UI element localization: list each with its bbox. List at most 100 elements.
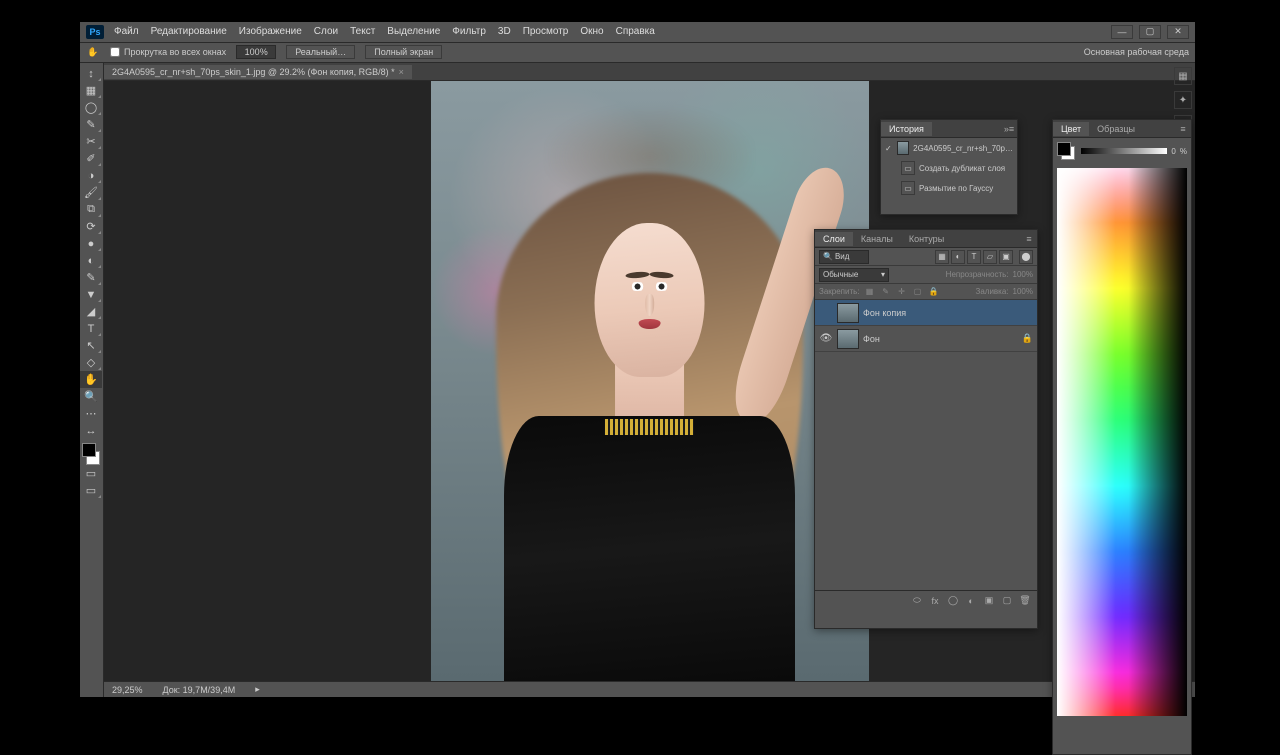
lock-trans-icon[interactable]: ▦	[864, 286, 876, 298]
lock-pixels-icon[interactable]: ✎	[880, 286, 892, 298]
close-button[interactable]: ✕	[1167, 25, 1189, 39]
link-layers-icon[interactable]: ⬭	[909, 594, 925, 608]
brush-tool[interactable]: 🖌	[80, 184, 102, 201]
fit-button[interactable]: Реальный…	[286, 45, 355, 59]
adjustment-layer-icon[interactable]: ◐	[963, 594, 979, 608]
panel-icon-1[interactable]: ▦	[1174, 67, 1192, 85]
panel-icon-2[interactable]: ✦	[1174, 91, 1192, 109]
layer-mask-icon[interactable]: ◯	[945, 594, 961, 608]
filter-shape-icon[interactable]: ▱	[983, 250, 997, 264]
layers-tab[interactable]: Слои	[815, 232, 853, 246]
blur-tool[interactable]: ✎	[80, 269, 102, 286]
history-step[interactable]: ▭ Создать дубликат слоя	[881, 158, 1017, 178]
menu-view[interactable]: Просмотр	[523, 26, 569, 37]
menu-help[interactable]: Справка	[616, 26, 655, 37]
history-brush-tool[interactable]: ⟳	[80, 218, 102, 235]
screenmode-tool[interactable]: ▭	[80, 482, 102, 499]
menu-image[interactable]: Изображение	[239, 26, 302, 37]
history-tab[interactable]: История	[881, 122, 932, 136]
quickmask-tool[interactable]: ▭	[80, 465, 102, 482]
color-panel-menu-icon[interactable]: ≡	[1175, 124, 1191, 134]
delete-layer-icon[interactable]: 🗑	[1017, 594, 1033, 608]
filter-type-icon[interactable]: T	[967, 250, 981, 264]
menu-layers[interactable]: Слои	[314, 26, 338, 37]
menu-3d[interactable]: 3D	[498, 26, 511, 37]
swap-colors-icon[interactable]: ↔	[80, 422, 102, 439]
layer-thumbnail[interactable]	[837, 303, 859, 323]
scroll-all-windows-checkbox[interactable]: Прокрутка во всех окнах	[110, 47, 226, 57]
shape-tool[interactable]: ◇	[80, 354, 102, 371]
marquee-tool[interactable]: ▦	[80, 82, 102, 99]
fg-color-swatch[interactable]	[1057, 142, 1071, 156]
opacity-value[interactable]: 100%	[1013, 270, 1033, 279]
menu-filter[interactable]: Фильтр	[452, 26, 486, 37]
minimize-button[interactable]: —	[1111, 25, 1133, 39]
fill-value[interactable]: 100%	[1013, 287, 1033, 296]
layer-name[interactable]: Фон копия	[863, 308, 906, 318]
new-layer-icon[interactable]: ▢	[999, 594, 1015, 608]
menu-edit[interactable]: Редактирование	[151, 26, 227, 37]
menu-window[interactable]: Окно	[580, 26, 603, 37]
clone-stamp-tool[interactable]: ⧉	[80, 201, 102, 218]
document-tab[interactable]: 2G4A0595_cr_nr+sh_70ps_skin_1.jpg @ 29.2…	[104, 65, 412, 79]
status-doc-info[interactable]: Док: 19,7M/39,4M	[163, 685, 236, 695]
layer-visibility-toggle[interactable]: 👁	[819, 332, 833, 346]
color-tab[interactable]: Цвет	[1053, 122, 1089, 136]
layer-thumbnail[interactable]	[837, 329, 859, 349]
lock-artboard-icon[interactable]: ▢	[912, 286, 924, 298]
menu-select[interactable]: Выделение	[387, 26, 440, 37]
history-snapshot[interactable]: ✓ 2G4A0595_cr_nr+sh_70p…	[881, 138, 1017, 158]
dodge-tool[interactable]: ▼	[80, 286, 102, 303]
eyedropper-tool[interactable]: ✐	[80, 150, 102, 167]
gradient-tool[interactable]: ◐	[80, 252, 102, 269]
paths-tab[interactable]: Контуры	[901, 232, 952, 246]
filter-toggle-icon[interactable]: ⬤	[1019, 250, 1033, 264]
zoom-tool[interactable]: 🔍	[80, 388, 102, 405]
layer-visibility-toggle[interactable]	[819, 306, 833, 320]
edit-toolbar-icon[interactable]: ⋯	[80, 405, 102, 422]
workspace-selector[interactable]: Основная рабочая среда	[1084, 47, 1189, 57]
layer-filter-kind[interactable]: 🔍 Вид	[819, 250, 869, 264]
swatches-tab[interactable]: Образцы	[1089, 122, 1143, 136]
maximize-button[interactable]: ▢	[1139, 25, 1161, 39]
channels-tab[interactable]: Каналы	[853, 232, 901, 246]
path-selection-tool[interactable]: ↖	[80, 337, 102, 354]
layer-fx-icon[interactable]: fx	[927, 594, 943, 608]
status-zoom[interactable]: 29,25%	[112, 685, 143, 695]
zoom-value[interactable]: 100%	[236, 45, 276, 59]
brightness-slider[interactable]	[1081, 148, 1167, 154]
color-swatches[interactable]	[80, 443, 102, 465]
lock-pos-icon[interactable]: ✛	[896, 286, 908, 298]
blend-mode-dropdown[interactable]: Обычные▾	[819, 268, 889, 282]
color-panel-swatches[interactable]	[1057, 142, 1075, 160]
close-document-icon[interactable]: ×	[399, 67, 404, 77]
layer-name[interactable]: Фон	[863, 334, 880, 344]
menu-text[interactable]: Текст	[350, 26, 375, 37]
eraser-tool[interactable]: ●	[80, 235, 102, 252]
healing-brush-tool[interactable]: ◑	[80, 167, 102, 184]
status-arrow-icon[interactable]: ▸	[255, 684, 260, 695]
filter-smart-icon[interactable]: ▣	[999, 250, 1013, 264]
layer-row[interactable]: Фон копия	[815, 300, 1037, 326]
menu-file[interactable]: Файл	[114, 26, 139, 37]
filter-adjustment-icon[interactable]: ◐	[951, 250, 965, 264]
move-tool[interactable]: ↕	[80, 65, 102, 82]
fullscreen-button[interactable]: Полный экран	[365, 45, 442, 59]
layers-panel-menu-icon[interactable]: ≡	[1021, 234, 1037, 244]
history-panel-menu-icon[interactable]: »≡	[1001, 124, 1017, 134]
magic-wand-tool[interactable]: ✎	[80, 116, 102, 133]
crop-tool[interactable]: ✂	[80, 133, 102, 150]
pen-tool[interactable]: ◢	[80, 303, 102, 320]
foreground-color-swatch[interactable]	[82, 443, 96, 457]
group-layers-icon[interactable]: ▣	[981, 594, 997, 608]
layer-row[interactable]: 👁 Фон 🔒	[815, 326, 1037, 352]
type-tool[interactable]: T	[80, 320, 102, 337]
filter-pixel-icon[interactable]: ▦	[935, 250, 949, 264]
hand-tool[interactable]: ✋	[80, 371, 102, 388]
canvas[interactable]	[431, 81, 869, 681]
color-spectrum[interactable]	[1057, 168, 1187, 716]
lock-all-icon[interactable]: 🔒	[928, 286, 940, 298]
lasso-tool[interactable]: ◯	[80, 99, 102, 116]
history-step[interactable]: ▭ Размытие по Гауссу	[881, 178, 1017, 198]
slider-value[interactable]: 0	[1171, 147, 1175, 156]
